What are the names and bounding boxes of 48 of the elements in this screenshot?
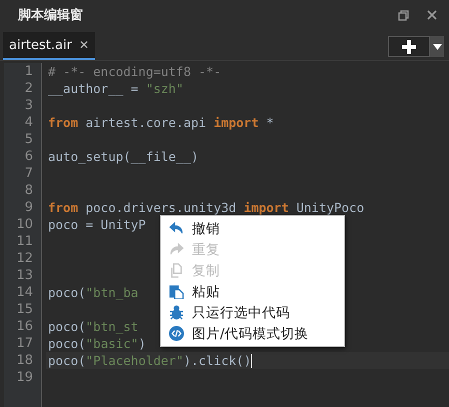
line-number: 6 [24, 148, 33, 165]
code-line: from poco.drivers.unity3d import UnityPoco [48, 199, 364, 216]
code-icon [169, 326, 184, 341]
line-number: 12 [16, 250, 33, 267]
menu-item[interactable]: 撤销 [161, 218, 344, 239]
copy-icon [169, 263, 184, 278]
line-number: 3 [24, 97, 33, 114]
caret-icon [432, 44, 442, 50]
line-number: 13 [16, 267, 33, 284]
plus-icon [401, 38, 417, 54]
menu-item[interactable]: 图片/代码模式切换 [161, 323, 344, 344]
dropdown-button[interactable] [430, 36, 444, 57]
add-button[interactable] [388, 36, 430, 57]
line-number: 11 [16, 233, 33, 250]
bug-icon [169, 305, 184, 320]
menu-item[interactable]: 只运行选中代码 [161, 302, 344, 323]
code-line: auto_setup(__file__) [48, 148, 199, 165]
line-number: 2 [24, 80, 33, 97]
line-number: 5 [24, 131, 33, 148]
code-line: poco("btn_st [48, 318, 138, 335]
close-icon[interactable] [427, 10, 437, 20]
line-number: 19 [16, 369, 33, 386]
code-line: poco("basic") [48, 335, 146, 352]
window-title: 脚本编辑窗 [18, 6, 83, 24]
line-number: 1 [24, 63, 33, 80]
line-number: 9 [24, 199, 33, 216]
code-line: poco("btn_ba [48, 284, 138, 301]
redo-icon [169, 242, 184, 257]
line-number: 14 [16, 284, 33, 301]
line-number: 7 [24, 165, 33, 182]
line-number: 18 [16, 352, 33, 369]
line-number: 17 [16, 335, 33, 352]
paste-icon [169, 284, 184, 299]
line-number: 16 [16, 318, 33, 335]
code-line: from airtest.core.api import * [48, 114, 274, 131]
restore-icon[interactable] [398, 10, 409, 20]
line-number: 8 [24, 182, 33, 199]
code-line: poco("Placeholder").click() [48, 352, 252, 369]
line-number: 10 [16, 216, 33, 233]
text-cursor [251, 354, 252, 368]
menu-item[interactable]: 粘贴 [161, 281, 344, 302]
code-line: poco = UnityP [48, 216, 146, 233]
code-line: __author__ = "szh" [48, 80, 184, 97]
file-tab[interactable]: airtest.air ✕ [3, 32, 96, 60]
line-number: 15 [16, 301, 33, 318]
code-line: # -*- encoding=utf8 -*- [48, 63, 222, 80]
line-number: 4 [24, 114, 33, 131]
undo-icon [169, 221, 184, 236]
